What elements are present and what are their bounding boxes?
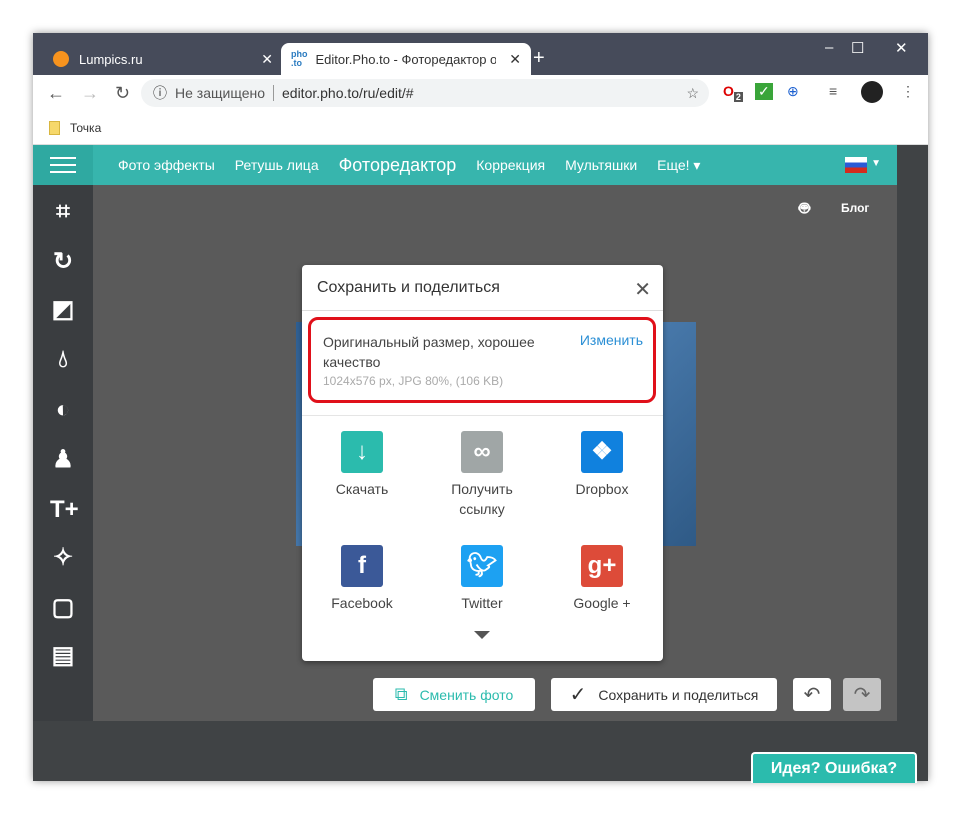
close-window-button[interactable]: ✕ (895, 39, 908, 57)
divider (302, 415, 663, 416)
profile-avatar[interactable] (861, 81, 883, 103)
contrast-icon[interactable]: ◐ (50, 397, 76, 423)
share-twitter[interactable]: 🐦︎ Twitter (422, 545, 542, 613)
globe-extension-icon[interactable]: ⊕ (787, 83, 799, 100)
tab-title: Editor.Pho.to - Фоторедактор он (315, 51, 496, 67)
close-icon[interactable]: ✕ (634, 277, 651, 302)
nav-face-retouch[interactable]: Ретушь лица (235, 157, 319, 173)
bookmarks-bar: Точка (33, 111, 928, 145)
maximize-button[interactable]: ☐ (851, 39, 864, 57)
link-icon: ∞ (461, 431, 503, 473)
new-tab-button[interactable]: + (533, 47, 545, 70)
right-gutter (897, 145, 928, 721)
back-icon[interactable]: ← (47, 83, 67, 104)
magic-wand-icon[interactable]: ✧ (50, 545, 76, 571)
quality-label: Оригинальный размер, хорошее качество (323, 334, 535, 370)
nav-photo-editor[interactable]: Фоторедактор (338, 155, 456, 188)
facebook-icon: f (341, 545, 383, 587)
bookmark-star-icon[interactable]: ☆ (686, 85, 699, 102)
folder-icon (49, 120, 60, 135)
info-icon[interactable]: ⓘ (153, 83, 167, 103)
url-text[interactable]: editor.pho.to/ru/edit/# (282, 85, 414, 101)
reload-icon[interactable]: ↻ (115, 83, 135, 104)
dialog-title: Сохранить и поделиться (302, 265, 663, 311)
quality-box: Оригинальный размер, хорошее качество 10… (308, 317, 656, 403)
google-plus-icon: g+ (581, 545, 623, 587)
share-facebook[interactable]: f Facebook (302, 545, 422, 613)
security-label: Не защищено (175, 85, 274, 101)
russian-flag-icon[interactable] (845, 157, 867, 173)
browser-toolbar: ← → ↻ ⓘ Не защищено editor.pho.to/ru/edi… (33, 75, 928, 111)
checkmark-extension-icon[interactable]: ✓ (755, 83, 773, 100)
download-icon: ↓ (341, 431, 383, 473)
minimize-button[interactable]: – (825, 39, 833, 56)
nav-cartoons[interactable]: Мультяшки (565, 157, 637, 173)
undo-button[interactable]: ↶ (793, 678, 831, 711)
redo-button[interactable]: ↷ (843, 678, 881, 711)
share-dropbox[interactable]: ❖ Dropbox (542, 431, 662, 499)
playlist-icon[interactable]: ≡ (829, 83, 837, 99)
text-add-icon[interactable]: T+ (50, 497, 79, 523)
share-download[interactable]: ↓ Скачать (302, 431, 422, 499)
texture-icon[interactable]: ▤ (50, 643, 76, 669)
close-tab-icon[interactable]: ✕ (261, 51, 273, 68)
share-google-plus[interactable]: g+ Google + (542, 545, 662, 613)
feedback-button[interactable]: Идея? Ошибка? (751, 752, 917, 783)
nav-more[interactable]: Еще! ▾ (657, 157, 700, 174)
save-share-button[interactable]: ✓ Сохранить и поделиться (551, 678, 777, 711)
dropbox-icon: ❖ (581, 431, 623, 473)
save-share-dialog: Сохранить и поделиться ✕ Оригинальный ра… (302, 265, 663, 661)
opera-extension-icon[interactable]: O2 (723, 83, 743, 102)
site-nav: Фото эффекты Ретушь лица Фоторедактор Ко… (33, 145, 897, 188)
tab-lumpics[interactable]: Lumpics.ru ✕ (43, 43, 283, 75)
title-bar: Lumpics.ru ✕ pho .to Editor.Pho.to - Фоторе… (33, 33, 928, 75)
menu-dots-icon[interactable]: ⋮ (901, 83, 915, 100)
photos-icon: ⧉ (394, 684, 408, 704)
rotate-icon[interactable]: ↻ (50, 249, 76, 275)
nav-correction[interactable]: Коррекция (476, 157, 545, 173)
chevron-down-icon[interactable]: ▼ (871, 158, 881, 169)
frame-icon[interactable]: ▢ (50, 595, 76, 621)
pho-to-favicon-icon: pho .to (291, 49, 308, 68)
change-quality-link[interactable]: Изменить (580, 332, 643, 348)
tab-editor[interactable]: pho .to Editor.Pho.to - Фоторедактор он ✕ (281, 43, 531, 75)
nav-photo-effects[interactable]: Фото эффекты (118, 157, 215, 173)
hat-mustache-icon[interactable]: ♟ (50, 447, 76, 473)
bookmark-tochka[interactable]: Точка (70, 121, 101, 135)
tool-sidebar: ⌗ ↻ ◩ 💧︎ ◐ ♟ T+ ✧ ▢ ▤ (33, 185, 93, 721)
crop-icon[interactable]: ⌗ (50, 199, 76, 225)
close-tab-icon[interactable]: ✕ (509, 51, 521, 68)
check-icon: ✓ (569, 684, 587, 706)
twitter-icon: 🐦︎ (461, 545, 503, 587)
share-get-link[interactable]: ∞ Получить ссылку (422, 431, 542, 519)
blog-link[interactable]: Блог (841, 201, 869, 215)
quality-details: 1024x576 px, JPG 80%, (106 KB) (323, 374, 504, 388)
address-bar[interactable]: ⓘ Не защищено editor.pho.to/ru/edit/# ☆ (141, 79, 709, 107)
exposure-icon[interactable]: ◩ (50, 297, 76, 323)
android-icon[interactable]: 🤖︎ (799, 197, 810, 222)
browser-window: Lumpics.ru ✕ pho .to Editor.Pho.to - Фоторе… (33, 33, 928, 783)
forward-icon[interactable]: → (81, 83, 101, 104)
hamburger-menu-icon[interactable] (33, 145, 93, 185)
orange-favicon-icon (53, 51, 69, 67)
drop-icon[interactable]: 💧︎ (50, 347, 76, 373)
show-more-chevron-icon[interactable] (474, 631, 490, 639)
change-photo-button[interactable]: ⧉ Сменить фото (373, 678, 535, 711)
tab-title: Lumpics.ru (79, 51, 143, 67)
